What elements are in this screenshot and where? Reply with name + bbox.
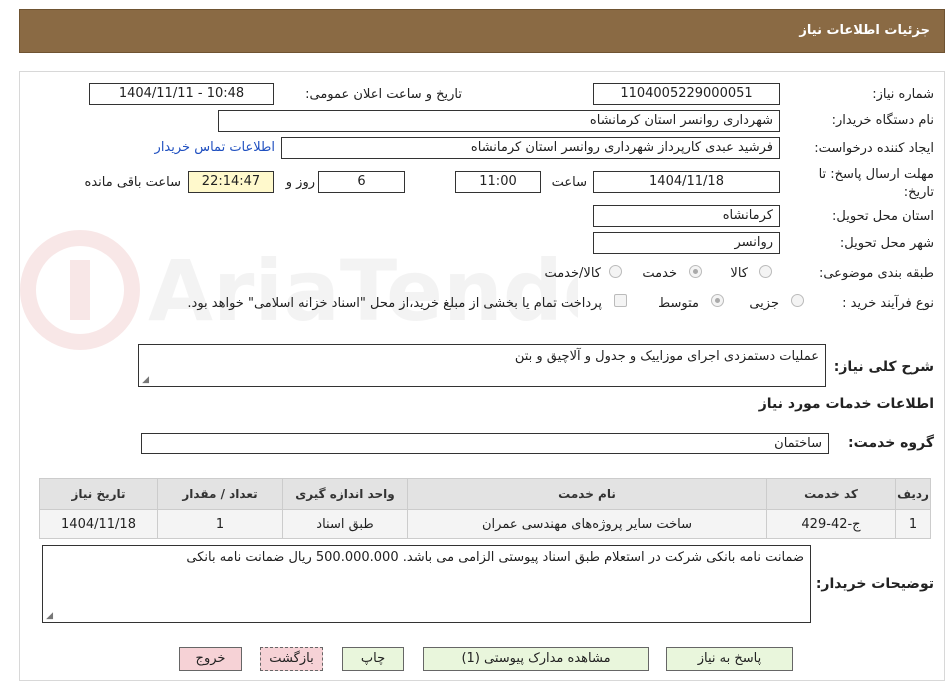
treasury-checkbox[interactable] bbox=[614, 294, 627, 307]
header-need-date: تاریخ نیاز bbox=[39, 478, 158, 510]
cell-row-number: 1 bbox=[895, 509, 931, 539]
header-row-number: ردیف bbox=[895, 478, 931, 510]
buyer-notes-textarea[interactable]: ضمانت نامه بانکی شرکت در استعلام طبق اسن… bbox=[42, 545, 811, 623]
process-option-minor: جزیی bbox=[749, 296, 779, 311]
print-button[interactable]: چاپ bbox=[342, 647, 404, 671]
remaining-time-field: 22:14:47 bbox=[188, 171, 274, 193]
announce-label: تاریخ و ساعت اعلان عمومی: bbox=[305, 87, 462, 102]
buyer-org-field: شهرداری روانسر استان کرمانشاه bbox=[218, 110, 780, 132]
category-option-goods: کالا bbox=[730, 266, 748, 281]
cell-service-code: ج-42-429 bbox=[766, 509, 896, 539]
process-radio-medium[interactable] bbox=[711, 294, 724, 307]
buyer-notes-text: ضمانت نامه بانکی شرکت در استعلام طبق اسن… bbox=[186, 550, 804, 565]
city-field: روانسر bbox=[593, 232, 780, 254]
category-radio-goods[interactable] bbox=[759, 265, 772, 278]
header-unit: واحد اندازه گیری bbox=[282, 478, 408, 510]
page-title: جزئیات اطلاعات نیاز bbox=[799, 23, 930, 38]
view-attachments-button[interactable]: مشاهده مدارک پیوستی (1) bbox=[423, 647, 649, 671]
days-label: روز و bbox=[285, 175, 315, 190]
deadline-time-label: ساعت bbox=[551, 175, 587, 190]
table-row: 1 ج-42-429 ساخت سایر پروژه‌های مهندسی عم… bbox=[39, 509, 931, 539]
exit-button[interactable]: خروج bbox=[179, 647, 242, 671]
title-bar: جزئیات اطلاعات نیاز bbox=[19, 9, 945, 53]
cell-unit: طبق اسناد bbox=[282, 509, 408, 539]
creator-field: فرشید عبدی کارپرداز شهرداری روانسر استان… bbox=[281, 137, 780, 159]
days-field: 6 bbox=[318, 171, 405, 193]
buyer-notes-label: توضیحات خریدار: bbox=[815, 576, 934, 592]
table-header-row: ردیف کد خدمت نام خدمت واحد اندازه گیری ت… bbox=[39, 478, 931, 510]
deadline-date-field: 1404/11/18 bbox=[593, 171, 780, 193]
creator-label: ایجاد کننده درخواست: bbox=[814, 141, 934, 156]
province-field: کرمانشاه bbox=[593, 205, 780, 227]
service-group-field: ساختمان bbox=[141, 433, 829, 454]
summary-textarea[interactable]: عملیات دستمزدی اجرای موزاییک و جدول و آل… bbox=[138, 344, 826, 387]
back-button[interactable]: بازگشت bbox=[260, 647, 323, 671]
service-group-label: گروه خدمت: bbox=[848, 435, 934, 451]
process-label: نوع فرآیند خرید : bbox=[842, 296, 934, 311]
summary-text: عملیات دستمزدی اجرای موزاییک و جدول و آل… bbox=[514, 349, 819, 364]
city-label: شهر محل تحویل: bbox=[839, 236, 934, 251]
services-table: ردیف کد خدمت نام خدمت واحد اندازه گیری ت… bbox=[39, 478, 931, 539]
process-radio-minor[interactable] bbox=[791, 294, 804, 307]
deadline-label: مهلت ارسال پاسخ: تا تاریخ: bbox=[818, 167, 934, 200]
cell-quantity: 1 bbox=[157, 509, 283, 539]
category-radio-service[interactable] bbox=[689, 265, 702, 278]
announce-field: 1404/11/11 - 10:48 bbox=[89, 83, 274, 105]
buyer-org-label: نام دستگاه خریدار: bbox=[831, 113, 934, 128]
category-option-goods-service: کالا/خدمت bbox=[544, 266, 601, 281]
payment-note: پرداخت تمام یا بخشی از مبلغ خرید،از محل … bbox=[187, 296, 602, 311]
header-quantity: تعداد / مقدار bbox=[157, 478, 283, 510]
resize-handle-icon[interactable]: ◢ bbox=[141, 376, 149, 385]
reply-button[interactable]: پاسخ به نیاز bbox=[666, 647, 793, 671]
summary-label: شرح کلی نیاز: bbox=[833, 359, 934, 375]
process-option-medium: متوسط bbox=[658, 296, 699, 311]
header-service-code: کد خدمت bbox=[766, 478, 896, 510]
category-radio-goods-service[interactable] bbox=[609, 265, 622, 278]
category-option-service: خدمت bbox=[642, 266, 677, 281]
buyer-contact-link[interactable]: اطلاعات تماس خریدار bbox=[155, 140, 275, 155]
cell-service-name: ساخت سایر پروژه‌های مهندسی عمران bbox=[407, 509, 767, 539]
services-heading: اطلاعات خدمات مورد نیاز bbox=[758, 396, 934, 412]
category-label: طبقه بندی موضوعی: bbox=[818, 266, 934, 281]
header-service-name: نام خدمت bbox=[407, 478, 767, 510]
deadline-time-field: 11:00 bbox=[455, 171, 541, 193]
need-number-label: شماره نیاز: bbox=[872, 87, 934, 102]
need-number-field: 1104005229000051 bbox=[593, 83, 780, 105]
cell-need-date: 1404/11/18 bbox=[39, 509, 158, 539]
resize-handle-icon[interactable]: ◢ bbox=[45, 612, 53, 621]
province-label: استان محل تحویل: bbox=[832, 209, 934, 224]
remaining-label: ساعت باقی مانده bbox=[84, 175, 181, 190]
